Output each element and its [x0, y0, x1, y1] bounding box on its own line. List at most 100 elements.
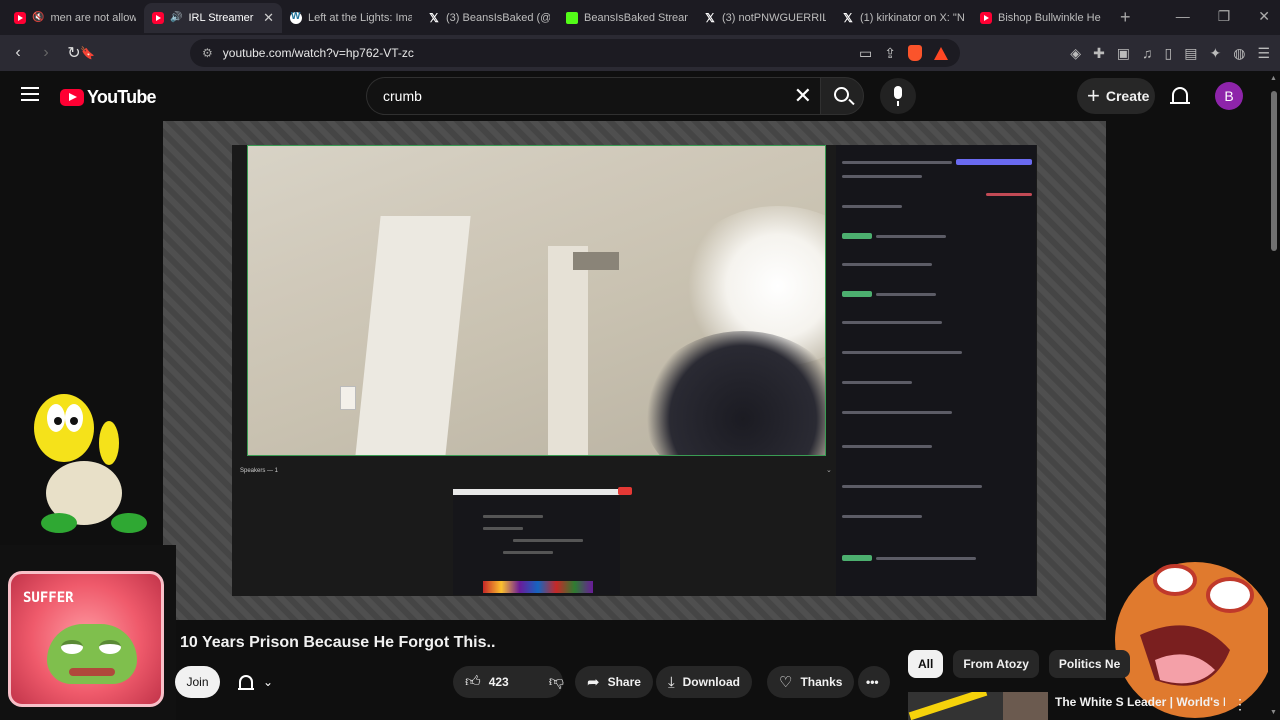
close-tab-icon[interactable]: ✕ — [263, 10, 274, 26]
chat-line — [842, 515, 922, 518]
avatar[interactable]: B — [1215, 82, 1243, 110]
browser-tab-7[interactable]: 𝕏 (1) kirkinator on X: "N — [834, 3, 972, 33]
x-icon: 𝕏 — [705, 10, 715, 25]
koopa-arm — [99, 421, 119, 465]
pepe-face — [47, 624, 137, 684]
koopa-foot — [111, 513, 147, 533]
chat-line — [876, 557, 976, 560]
more-actions-button[interactable]: ••• — [858, 666, 890, 698]
puzzle-icon[interactable]: ✚ — [1093, 45, 1105, 62]
search-icon — [834, 87, 849, 102]
mini-line — [503, 551, 553, 554]
notifications-bell-icon[interactable] — [1170, 87, 1190, 104]
share-button[interactable]: ➦ Share — [575, 666, 653, 698]
scrollbar-thumb[interactable] — [1271, 91, 1277, 251]
browser-tab-8[interactable]: Bishop Bullwinkle He — [972, 3, 1110, 33]
menu-icon[interactable]: ☰ — [1257, 45, 1270, 62]
join-button[interactable]: Join — [175, 666, 220, 698]
chat-line — [956, 159, 1032, 165]
forward-icon[interactable]: › — [32, 44, 60, 62]
address-bar[interactable]: 🔖 ⚙ youtube.com/watch?v=hp762-VT-zc ▭ ⇪ — [80, 39, 960, 67]
restore-icon[interactable]: ❐ — [1218, 8, 1231, 25]
streamer-head — [643, 331, 825, 455]
chat-line — [986, 193, 1032, 196]
browser-tab-3[interactable]: Left at the Lights: Ima — [282, 3, 420, 33]
chat-line — [842, 291, 872, 297]
muted-speaker-icon[interactable]: 🔇 — [32, 12, 44, 23]
search-input[interactable]: crumb ✕ — [366, 77, 820, 115]
hamburger-menu-icon[interactable] — [21, 87, 39, 101]
minimize-icon[interactable]: — — [1176, 8, 1190, 25]
chip-from-atozy[interactable]: From Atozy — [953, 650, 1039, 678]
chat-line — [876, 235, 946, 238]
chip-politics[interactable]: Politics Ne — [1048, 650, 1131, 678]
thumbs-down-icon: 👎︎ — [548, 673, 564, 690]
site-settings-icon[interactable]: ⚙ — [202, 46, 213, 60]
more-vertical-icon[interactable]: ⋮ — [1233, 696, 1247, 713]
koopa-overlay-sticker — [34, 394, 147, 533]
download-button[interactable]: ⤓ Download — [656, 666, 752, 698]
like-button[interactable]: 👍︎ 423 — [453, 666, 521, 698]
clear-search-icon[interactable]: ✕ — [794, 85, 812, 107]
like-count: 423 — [488, 675, 509, 689]
share-page-icon[interactable]: ⇪ — [884, 45, 896, 62]
mini-screen-share — [453, 487, 632, 595]
ceiling-vent — [573, 252, 619, 270]
tab-title: (3) notPNWGUERRILL — [722, 11, 826, 24]
cast-icon[interactable]: ▭ — [859, 45, 872, 62]
screenshot-icon[interactable]: ▣ — [1117, 45, 1130, 62]
plus-icon: + — [1087, 83, 1100, 108]
chat-line — [842, 161, 952, 164]
voice-search-mic-icon[interactable] — [880, 78, 916, 114]
dislike-button[interactable]: 👎︎ — [537, 666, 576, 698]
notification-settings-button[interactable]: ⌄ — [232, 666, 288, 698]
youtube-play-icon — [60, 89, 84, 106]
more-horizontal-icon: ••• — [866, 675, 879, 689]
brave-rewards-icon[interactable] — [934, 46, 948, 60]
chat-line — [842, 485, 982, 488]
x-icon: 𝕏 — [429, 10, 439, 25]
search-value: crumb — [383, 88, 422, 104]
recommendation-title[interactable]: The White S Leader | World's Most Evil — [1055, 695, 1225, 710]
wallet-icon[interactable]: ▤ — [1184, 45, 1197, 62]
potato-eye — [1206, 577, 1254, 613]
youtube-masthead: YouTube crumb ✕ + Create B — [0, 71, 1280, 121]
back-icon[interactable]: ‹ — [4, 44, 32, 62]
search-button[interactable] — [820, 77, 864, 115]
browser-tab-5[interactable]: BeansIsBaked Stream — [558, 3, 696, 33]
extension-icon[interactable]: ◈ — [1070, 45, 1081, 62]
x-icon: 𝕏 — [843, 10, 853, 25]
blurred-chat-panel — [836, 145, 1036, 596]
youtube-logo[interactable]: YouTube — [60, 87, 157, 108]
browser-toolbar: ‹ › ↻ 🔖 ⚙ youtube.com/watch?v=hp762-VT-z… — [0, 35, 1280, 71]
thanks-button[interactable]: ♡ Thanks — [767, 666, 855, 698]
wall-outlet — [340, 386, 356, 410]
chip-all[interactable]: All — [908, 650, 944, 678]
browser-tab-1[interactable]: 🔇 men are not allow — [6, 3, 144, 33]
tab-title: Bishop Bullwinkle He — [998, 11, 1101, 24]
chat-line — [842, 381, 912, 384]
bookmark-icon[interactable]: 🔖 — [80, 46, 95, 60]
browser-tab-2-active[interactable]: 🔊 IRL Streamer F ✕ — [144, 2, 282, 33]
new-tab-icon[interactable]: + — [1120, 7, 1131, 28]
share-label: Share — [607, 675, 641, 689]
sidebar-icon[interactable]: ▯ — [1165, 45, 1173, 62]
mini-line — [483, 527, 523, 530]
scroll-up-icon[interactable]: ▲ — [1270, 75, 1277, 82]
browser-tab-4[interactable]: 𝕏 (3) BeansIsBaked (@B — [420, 3, 558, 33]
vpn-icon[interactable]: ◍ — [1233, 45, 1245, 62]
browser-tab-6[interactable]: 𝕏 (3) notPNWGUERRILL — [696, 3, 834, 33]
speaker-icon[interactable]: 🔊 — [170, 12, 182, 23]
media-icon[interactable]: ♫ — [1142, 45, 1153, 62]
recommendation-thumbnail[interactable] — [908, 692, 1048, 720]
chat-line — [842, 175, 922, 178]
logo-text: YouTube — [87, 87, 157, 107]
scroll-down-icon[interactable]: ▼ — [1270, 709, 1277, 716]
leo-icon[interactable]: ✦ — [1209, 45, 1221, 62]
download-label: Download — [682, 675, 740, 689]
page-scrollbar[interactable]: ▲ ▼ — [1268, 71, 1280, 720]
brave-shields-icon[interactable] — [908, 45, 922, 61]
close-window-icon[interactable]: ✕ — [1258, 8, 1270, 25]
create-button[interactable]: + Create — [1077, 78, 1155, 114]
extensions-bar: ◈ ✚ ▣ ♫ ▯ ▤ ✦ ◍ ☰ — [1070, 45, 1270, 62]
